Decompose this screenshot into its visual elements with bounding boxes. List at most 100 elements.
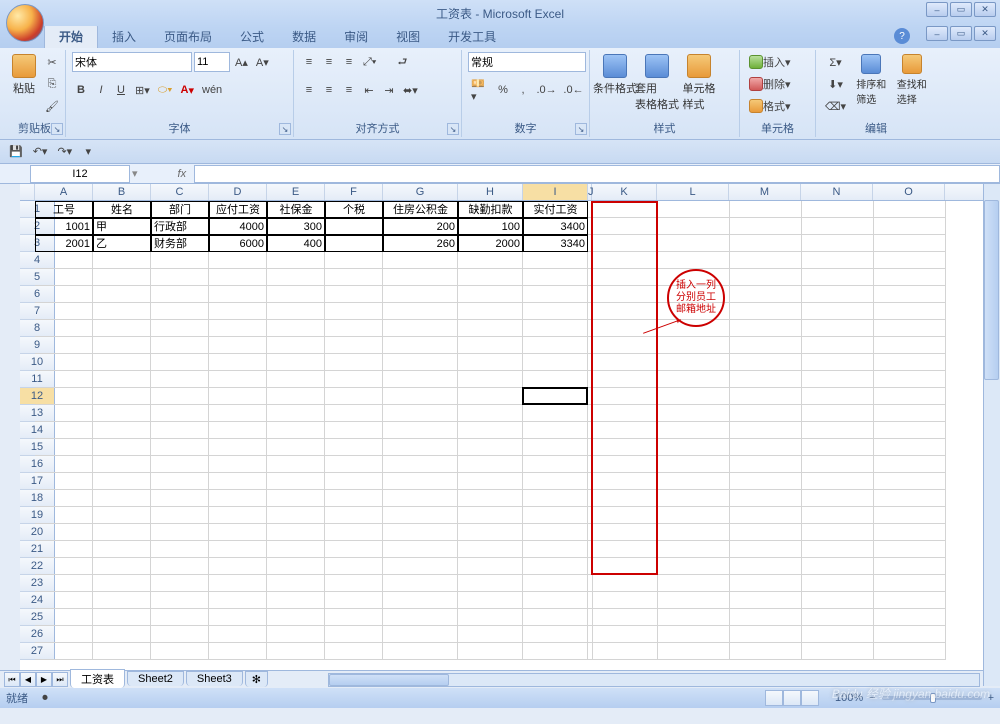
cell[interactable] (458, 456, 523, 473)
font-color-button[interactable]: A▾ (178, 80, 197, 100)
increase-indent-button[interactable]: ⇥ (380, 80, 398, 100)
cell[interactable] (874, 490, 946, 507)
cell[interactable] (209, 575, 267, 592)
conditional-format-button[interactable]: 条件格式 (596, 52, 634, 98)
cell[interactable] (209, 388, 267, 405)
cell[interactable] (93, 252, 151, 269)
cell[interactable] (802, 507, 874, 524)
cell[interactable] (383, 626, 458, 643)
cell[interactable] (35, 388, 93, 405)
cell[interactable] (383, 507, 458, 524)
cell[interactable] (267, 354, 325, 371)
cell[interactable] (658, 201, 730, 218)
font-dialog-launcher[interactable]: ↘ (279, 123, 291, 135)
cell[interactable] (383, 354, 458, 371)
cell[interactable] (593, 405, 658, 422)
cell[interactable] (802, 286, 874, 303)
cell[interactable] (593, 609, 658, 626)
cell[interactable] (874, 337, 946, 354)
cell[interactable] (802, 473, 874, 490)
cell[interactable] (458, 337, 523, 354)
cell[interactable] (209, 490, 267, 507)
cell[interactable] (35, 490, 93, 507)
cell[interactable] (93, 643, 151, 660)
column-header-E[interactable]: E (267, 184, 325, 200)
cell[interactable] (93, 388, 151, 405)
cell[interactable] (730, 643, 802, 660)
cell[interactable] (209, 252, 267, 269)
cell[interactable] (93, 541, 151, 558)
cell[interactable] (658, 592, 730, 609)
font-size-combo[interactable]: 11 (194, 52, 230, 72)
cell[interactable] (523, 592, 588, 609)
cell[interactable] (267, 286, 325, 303)
cell[interactable] (523, 303, 588, 320)
cell[interactable] (209, 524, 267, 541)
cell[interactable] (151, 626, 209, 643)
cell[interactable] (458, 473, 523, 490)
cell[interactable] (35, 354, 93, 371)
cell[interactable] (458, 422, 523, 439)
cell[interactable] (802, 609, 874, 626)
cell[interactable] (151, 439, 209, 456)
cell[interactable] (730, 575, 802, 592)
cell[interactable] (658, 643, 730, 660)
cell[interactable] (730, 592, 802, 609)
cell[interactable] (325, 371, 383, 388)
cell[interactable] (658, 473, 730, 490)
cell[interactable] (658, 609, 730, 626)
cell[interactable] (730, 303, 802, 320)
cell[interactable] (209, 592, 267, 609)
cell[interactable] (458, 558, 523, 575)
office-button[interactable] (6, 4, 44, 42)
tab-view[interactable]: 视图 (382, 25, 434, 48)
cell[interactable] (802, 456, 874, 473)
cell[interactable] (151, 252, 209, 269)
cell[interactable] (730, 609, 802, 626)
workbook-restore-button[interactable]: ▭ (950, 26, 972, 41)
cell[interactable] (35, 439, 93, 456)
cell[interactable] (35, 609, 93, 626)
cell[interactable] (523, 609, 588, 626)
cell[interactable] (658, 218, 730, 235)
cell[interactable] (383, 439, 458, 456)
cell[interactable] (802, 439, 874, 456)
cell[interactable] (523, 541, 588, 558)
cell[interactable] (151, 422, 209, 439)
page-break-view-button[interactable] (801, 690, 819, 706)
cell[interactable] (325, 269, 383, 286)
cell[interactable] (523, 354, 588, 371)
cell[interactable]: 个税 (325, 201, 383, 218)
delete-cells-button[interactable]: 删除▾ (746, 74, 794, 94)
percent-button[interactable]: % (494, 80, 512, 100)
cell[interactable] (458, 592, 523, 609)
cell[interactable] (802, 541, 874, 558)
cell[interactable] (151, 558, 209, 575)
cell[interactable] (325, 524, 383, 541)
cell[interactable] (383, 490, 458, 507)
format-cells-button[interactable]: 格式▾ (746, 96, 794, 116)
cell[interactable] (593, 269, 658, 286)
cell[interactable] (93, 575, 151, 592)
workbook-minimize-button[interactable]: – (926, 26, 948, 41)
bold-button[interactable]: B (72, 80, 90, 100)
cell[interactable] (325, 643, 383, 660)
cell[interactable] (523, 626, 588, 643)
cell-styles-button[interactable]: 单元格 样式 (680, 52, 718, 114)
zoom-out-button[interactable]: − (869, 692, 875, 704)
cell[interactable] (802, 626, 874, 643)
cell[interactable] (523, 337, 588, 354)
cell[interactable] (593, 371, 658, 388)
help-button[interactable]: ? (894, 28, 910, 44)
cell[interactable] (593, 235, 658, 252)
cell[interactable] (35, 558, 93, 575)
cell[interactable] (658, 371, 730, 388)
cell[interactable] (35, 626, 93, 643)
cell[interactable] (730, 490, 802, 507)
cell[interactable] (802, 643, 874, 660)
cell[interactable] (458, 371, 523, 388)
cell[interactable] (209, 269, 267, 286)
cell[interactable] (383, 456, 458, 473)
cell[interactable] (874, 507, 946, 524)
cell[interactable] (35, 456, 93, 473)
